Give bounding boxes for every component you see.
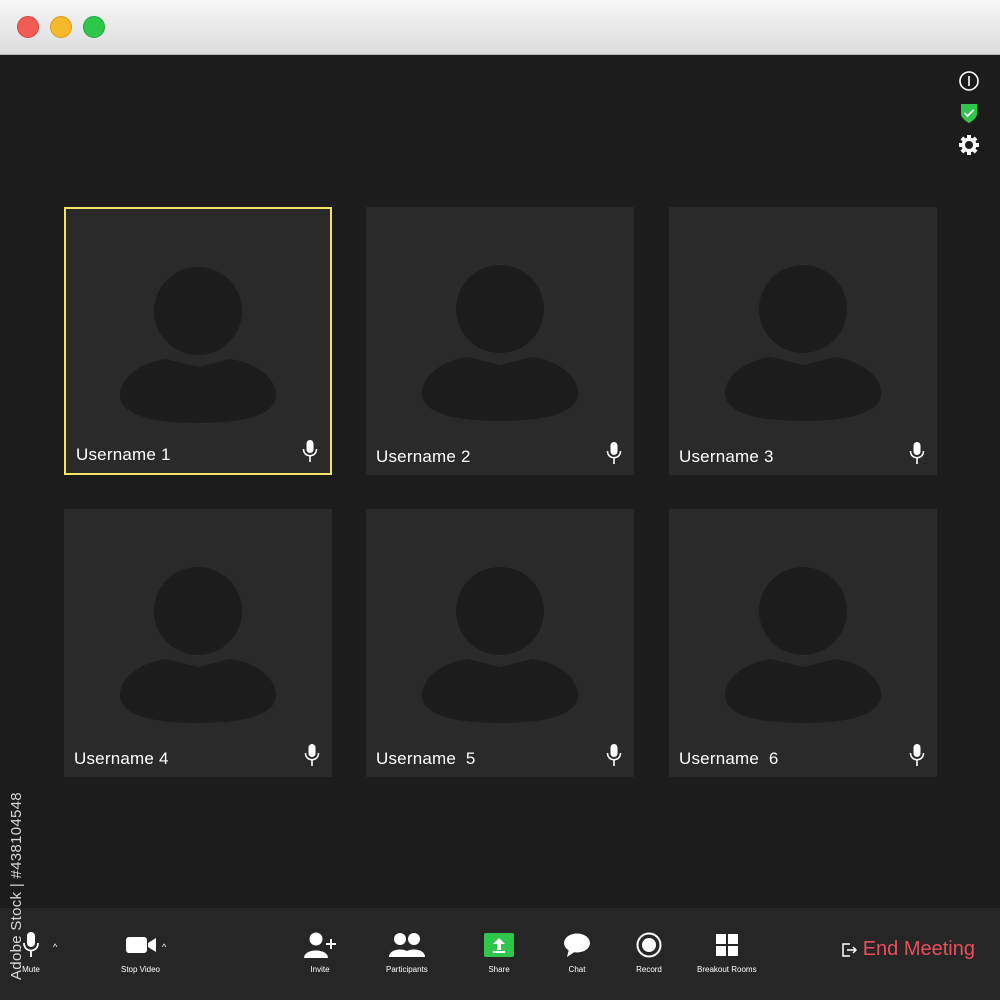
meeting-area xyxy=(0,56,1000,908)
info-icon[interactable] xyxy=(958,70,980,92)
avatar-placeholder-icon xyxy=(725,265,881,421)
mute-options-caret[interactable]: ^ xyxy=(53,942,57,952)
security-shield-icon[interactable] xyxy=(958,102,980,124)
add-person-icon xyxy=(303,930,337,960)
breakout-rooms-grid-icon xyxy=(715,930,738,960)
zoom-window-button[interactable] xyxy=(83,16,105,38)
participant-name: Username 2 xyxy=(376,447,471,466)
record-icon xyxy=(636,930,662,960)
microphone-icon xyxy=(606,442,622,464)
record-button[interactable]: Record xyxy=(636,930,662,974)
invite-label: Invite xyxy=(310,965,330,974)
participant-name: Username 4 xyxy=(74,749,169,768)
close-window-button[interactable] xyxy=(17,16,39,38)
stop-video-label: Stop Video xyxy=(121,965,160,974)
microphone-icon xyxy=(302,440,318,462)
chat-bubble-icon xyxy=(563,930,591,960)
video-camera-icon xyxy=(125,930,157,960)
end-meeting-label: End Meeting xyxy=(862,938,975,960)
breakout-rooms-label: Breakout Rooms xyxy=(697,965,757,974)
invite-button[interactable]: Invite xyxy=(303,930,337,974)
breakout-rooms-button[interactable]: Breakout Rooms xyxy=(697,930,757,974)
share-button[interactable]: Share xyxy=(484,930,514,974)
share-label: Share xyxy=(488,965,510,974)
participants-icon xyxy=(388,930,426,960)
participant-name: Username 6 xyxy=(679,749,779,768)
microphone-icon xyxy=(909,442,925,464)
settings-gear-icon[interactable] xyxy=(958,134,980,156)
record-label: Record xyxy=(636,965,662,974)
participant-tile[interactable]: Username 4 xyxy=(64,509,332,777)
participants-label: Participants xyxy=(386,965,428,974)
share-screen-icon xyxy=(484,930,514,960)
microphone-icon xyxy=(909,744,925,766)
video-options-caret[interactable]: ^ xyxy=(162,942,166,952)
participants-button[interactable]: Participants xyxy=(386,930,428,974)
participant-name: Username 1 xyxy=(76,445,171,464)
minimize-window-button[interactable] xyxy=(50,16,72,38)
stop-video-button[interactable]: Stop Video xyxy=(121,930,160,974)
avatar-placeholder-icon xyxy=(422,265,578,421)
window-titlebar xyxy=(0,0,1000,55)
exit-door-icon xyxy=(841,942,857,957)
end-meeting-button[interactable]: End Meeting xyxy=(841,938,975,961)
participant-tile[interactable]: Username 6 xyxy=(669,509,937,777)
participant-tile[interactable]: Username 3 xyxy=(669,207,937,475)
stock-id-text: Adobe Stock | #438104548 xyxy=(8,792,25,980)
participant-tile[interactable]: Username 5 xyxy=(366,509,634,777)
chat-label: Chat xyxy=(568,965,586,974)
participant-tile[interactable]: Username 2 xyxy=(366,207,634,475)
avatar-placeholder-icon xyxy=(422,567,578,723)
microphone-icon xyxy=(606,744,622,766)
chat-button[interactable]: Chat xyxy=(563,930,591,974)
top-right-icons xyxy=(958,70,980,166)
participant-name: Username 3 xyxy=(679,447,774,466)
participant-tile[interactable]: Username 1 xyxy=(64,207,332,475)
microphone-icon xyxy=(304,744,320,766)
participant-name: Username 5 xyxy=(376,749,476,768)
avatar-placeholder-icon xyxy=(120,567,276,723)
avatar-placeholder-icon xyxy=(725,567,881,723)
avatar-placeholder-icon xyxy=(120,267,276,423)
